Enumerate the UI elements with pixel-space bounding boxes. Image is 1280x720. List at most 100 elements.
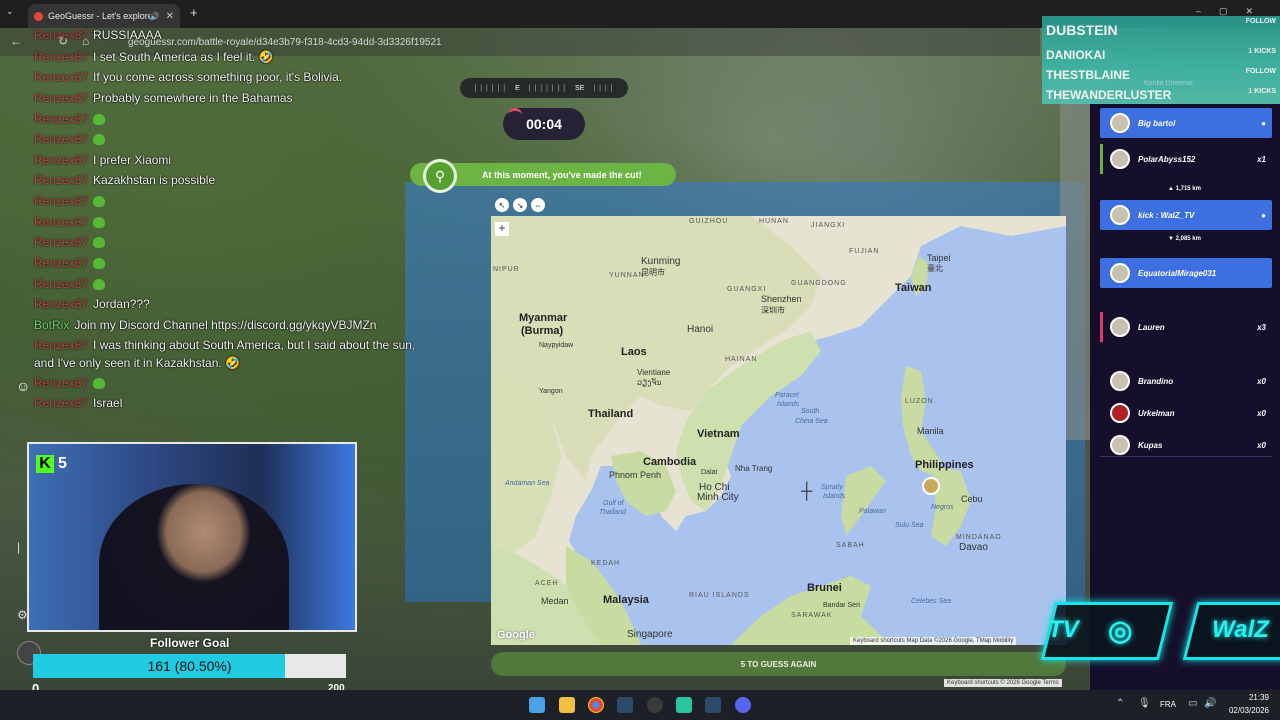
chat-username[interactable]: Renzex87 <box>34 112 88 126</box>
chat-username[interactable]: Renzex87 <box>34 194 88 208</box>
new-tab-button[interactable]: + <box>190 6 198 19</box>
streamlabs-icon[interactable] <box>676 697 692 713</box>
map-sea: Palawan <box>859 508 886 515</box>
player-row[interactable]: Lauren x3 <box>1100 312 1272 342</box>
zoom-in-button[interactable]: + <box>495 222 509 236</box>
player-name: Urkelman <box>1138 408 1175 418</box>
map-region: MINDANAO <box>956 534 1002 541</box>
compass-ticks: | | | | | | | <box>528 84 567 92</box>
player-avatar <box>1110 317 1130 337</box>
pepe-emote-icon <box>93 134 106 146</box>
webcam-feed <box>27 442 357 632</box>
chat-message: Renzex87 Kazakhstan is possible <box>34 173 215 187</box>
chat-message: Renzex87 <box>34 194 106 208</box>
pepe-emote-icon <box>93 258 106 270</box>
discord-icon[interactable] <box>735 697 751 713</box>
map-attribution[interactable]: Keyboard shortcuts Map Data ©2026 Google… <box>850 637 1017 645</box>
chat-username[interactable]: BotRix <box>34 318 69 332</box>
player-row[interactable]: EquatorialMirage031 <box>1100 258 1272 288</box>
close-tab-icon[interactable]: ✕ <box>166 11 174 22</box>
kick-logo-icon: K <box>36 455 54 473</box>
steam-icon-2[interactable] <box>705 697 721 713</box>
start-icon[interactable] <box>529 697 545 713</box>
chat-message: Renzex87 If you come across something poo… <box>34 70 342 84</box>
map-expand-icon[interactable]: ↖ <box>495 198 509 212</box>
event-type: 1 KICKS <box>1248 48 1276 55</box>
emoji-icon[interactable]: ☺ <box>16 378 30 394</box>
event-type: FOLLOW <box>1245 18 1276 25</box>
map-sea: Sulu Sea <box>895 522 924 529</box>
map-shrink-icon[interactable]: ↘ <box>513 198 527 212</box>
map-city: Naypyidaw <box>539 342 574 349</box>
chat-username[interactable]: Renzex87 <box>34 173 88 187</box>
map-country: (Burma) <box>521 325 564 337</box>
speaker-icon: 🔊 <box>149 11 160 21</box>
map-region: YUNNAN <box>609 272 645 279</box>
chat-text: Jordan??? <box>93 297 150 311</box>
streetview-attribution[interactable]: Keyboard shortcuts © 2026 Google Terms <box>944 679 1062 687</box>
map-country: Brunei <box>807 582 842 594</box>
microphone-icon[interactable]: 🎙 <box>1138 698 1151 709</box>
steam-icon[interactable] <box>617 697 633 713</box>
chat-username[interactable]: Renzex87 <box>34 132 88 146</box>
guess-button[interactable]: 5 TO GUESS AGAIN <box>491 652 1066 676</box>
chat-username[interactable]: Renzex87 <box>34 256 88 270</box>
player-row[interactable]: PolarAbyss152 x1 <box>1100 144 1272 174</box>
guess-map[interactable]: GUIZHOU HUNAN JIANGXI FUJIAN YUNNAN GUAN… <box>491 216 1066 645</box>
map-region: FUJIAN <box>849 248 880 255</box>
pepe-emote-icon <box>93 378 106 390</box>
map-city: Bandar Seri <box>823 602 860 609</box>
map-sea: China Sea <box>795 418 828 425</box>
chat-username[interactable]: Renzex87 <box>34 153 88 167</box>
windows-taskbar <box>0 690 1280 720</box>
chat-username[interactable]: Renzex87 <box>34 277 88 291</box>
map-sea: Thailand <box>599 509 626 516</box>
player-guess-marker[interactable] <box>922 477 940 495</box>
player-row[interactable]: Big bartol ● <box>1100 108 1272 138</box>
map-region: SABAH <box>836 542 865 549</box>
chat-username[interactable]: Renzex87 <box>34 91 88 105</box>
clock-time[interactable]: 21:39 <box>1237 693 1269 702</box>
chat-username[interactable]: Renzex87 <box>34 215 88 229</box>
player-row[interactable]: Kupas x0 <box>1100 430 1272 460</box>
chat-username[interactable]: Renzex87 <box>34 70 88 84</box>
obs-icon[interactable] <box>647 697 663 713</box>
chat-username[interactable]: Renzex87 <box>34 28 88 42</box>
file-explorer-icon[interactable] <box>559 697 575 713</box>
map-region: GUIZHOU <box>689 218 729 225</box>
player-row[interactable]: kick : WalZ_TV ● <box>1100 200 1272 230</box>
map-city: Singapore <box>627 629 673 640</box>
map-region: HUNAN <box>759 218 789 225</box>
tray-chevron-icon[interactable]: ⌃ <box>1116 698 1124 709</box>
compass-east: E <box>515 84 520 92</box>
settings-icon[interactable]: ⚙ <box>17 608 28 622</box>
url-input[interactable]: geoguessr.com/battle-royale/d34e3b79-f31… <box>128 37 442 48</box>
chat-username[interactable]: Renzex87 <box>34 50 88 64</box>
chat-username[interactable]: Renzex87 <box>34 338 88 352</box>
tab-title: GeoGuessr - Let's explore th <box>48 11 150 21</box>
volume-icon[interactable]: 🔊 <box>1204 698 1216 709</box>
back-icon[interactable]: ← <box>10 34 22 48</box>
player-row[interactable]: Brandino x0 <box>1100 366 1272 396</box>
map-pin-icon[interactable]: ⇔ <box>531 198 545 212</box>
sidebar-icon[interactable]: | <box>17 540 20 554</box>
stream-frame: ⌄ GeoGuessr - Let's explore th 🔊 ✕ + –▢✕… <box>0 0 1280 720</box>
map-sea: Celebes Sea <box>911 598 952 605</box>
social-banner: TV ◎ WalZ <box>1040 602 1280 660</box>
map-country: Cambodia <box>643 456 697 468</box>
player-avatar <box>1110 113 1130 133</box>
network-icon[interactable]: ▭ <box>1188 698 1197 709</box>
clock-date[interactable]: 02/03/2026 <box>1222 706 1269 715</box>
map-city: ວຽງຈັນ <box>637 378 662 387</box>
browser-tab[interactable]: GeoGuessr - Let's explore th 🔊 ✕ <box>28 4 180 28</box>
map-country: Thailand <box>588 408 634 420</box>
chat-username[interactable]: Renzex87 <box>34 235 88 249</box>
player-row[interactable]: Urkelman x0 <box>1100 398 1272 428</box>
tab-search-icon[interactable]: ⌄ <box>6 6 14 17</box>
chrome-icon[interactable] <box>588 697 604 713</box>
chat-username[interactable]: Renzex87 <box>34 376 88 390</box>
language-indicator[interactable]: FRA <box>1160 700 1176 709</box>
map-city: Medan <box>541 596 569 606</box>
chat-username[interactable]: Renzex87 <box>34 396 88 410</box>
chat-username[interactable]: Renzex87 <box>34 297 88 311</box>
